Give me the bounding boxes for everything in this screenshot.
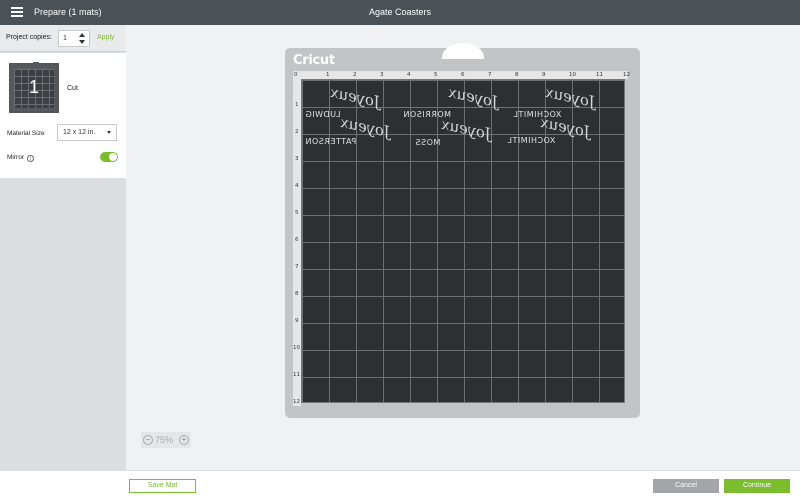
zoom-in-icon[interactable]: + xyxy=(179,435,189,445)
ruler-tick-top: 8 xyxy=(515,72,519,78)
cancel-button[interactable]: Cancel xyxy=(653,479,719,493)
ruler-tick-top: 7 xyxy=(488,72,492,78)
design-text[interactable]: LUDWIG xyxy=(305,110,341,119)
ruler-tick-top: 4 xyxy=(407,72,411,78)
prepare-label: Prepare (1 mats) xyxy=(34,7,102,17)
ruler-tick-top: 0 xyxy=(294,72,298,78)
ruler-tick-top: 9 xyxy=(542,72,546,78)
ruler-tick-left: 11 xyxy=(293,372,300,378)
save-mat-button[interactable]: Save Mat xyxy=(129,479,196,493)
project-copies-input[interactable]: 1 xyxy=(58,30,90,47)
mirror-label-text: Mirror xyxy=(7,154,24,161)
ruler-tick-top: 5 xyxy=(434,72,438,78)
project-copies-value: 1 xyxy=(63,35,67,42)
design-text[interactable]: XOCHIMITL xyxy=(507,136,555,145)
ruler-tick-top: 3 xyxy=(380,72,384,78)
material-size-select[interactable]: 12 x 12 in. xyxy=(57,124,117,141)
ruler-tick-top: 2 xyxy=(353,72,357,78)
material-size-label: Material Size xyxy=(7,130,45,137)
design-text[interactable]: PATTERSON xyxy=(305,137,356,146)
design-text[interactable]: MOSS xyxy=(415,138,440,147)
mat-number: 1 xyxy=(28,77,39,97)
mat-thumbnail-tab xyxy=(33,62,39,65)
project-copies-label: Project copies: xyxy=(6,34,52,41)
zoom-out-icon[interactable]: − xyxy=(143,435,153,445)
ruler-tick-left: 9 xyxy=(295,318,299,324)
ruler-tick-left: 1 xyxy=(295,102,299,108)
ruler-tick-top: 12 xyxy=(623,72,630,78)
ruler-tick-left: 3 xyxy=(295,156,299,162)
cricut-logo: Cricut xyxy=(293,53,335,68)
info-icon[interactable]: i xyxy=(26,155,34,162)
mirror-toggle[interactable] xyxy=(100,152,118,162)
zoom-control: − 75% + xyxy=(141,432,191,448)
mirror-label: Mirror i xyxy=(7,154,34,162)
ruler-tick-left: 8 xyxy=(295,291,299,297)
mat-operation-label: Cut xyxy=(67,85,78,92)
ruler-tick-top: 6 xyxy=(461,72,465,78)
cutting-mat: Cricut 0 1 1 2 2 3 3 4 4 5 5 6 6 7 7 8 8 9 9 10 10 11 11 12 12 J… xyxy=(285,43,640,418)
mat-panel: 1 Cut Material Size 12 x 12 in. Mirror i xyxy=(0,53,126,178)
material-size-value: 12 x 12 in. xyxy=(63,129,96,136)
ruler-tick-left: 2 xyxy=(295,129,299,135)
continue-button[interactable]: Continue xyxy=(724,479,790,493)
sidebar: Project copies: 1 Apply 1 Cut Material S… xyxy=(0,25,126,470)
ruler-tick-top: 11 xyxy=(596,72,603,78)
mat-tab xyxy=(442,43,484,59)
ruler-tick-top: 1 xyxy=(326,72,330,78)
ruler-tick-left: 4 xyxy=(295,183,299,189)
ruler-tick-top: 10 xyxy=(569,72,576,78)
chevron-down-icon xyxy=(107,131,111,134)
ruler-tick-left: 6 xyxy=(295,237,299,243)
toggle-knob xyxy=(109,153,117,161)
project-title: Agate Coasters xyxy=(368,7,432,17)
copies-stepper[interactable] xyxy=(79,33,86,44)
bottom-bar: Save Mat Cancel Continue xyxy=(0,470,800,500)
mat-thumbnail[interactable]: 1 xyxy=(9,62,59,113)
ruler-tick-left: 5 xyxy=(295,210,299,216)
top-bar: Prepare (1 mats) Agate Coasters xyxy=(0,0,800,25)
project-copies-row: Project copies: 1 Apply xyxy=(0,25,126,52)
ruler-tick-left: 10 xyxy=(293,345,300,351)
ruler-tick-left: 12 xyxy=(293,399,300,405)
ruler-tick-left: 7 xyxy=(295,264,299,270)
stepper-up-icon[interactable] xyxy=(79,33,85,37)
stepper-down-icon[interactable] xyxy=(79,40,85,44)
zoom-level: 75% xyxy=(155,435,174,445)
hamburger-menu-icon[interactable] xyxy=(11,7,23,17)
apply-button[interactable]: Apply xyxy=(97,34,115,41)
